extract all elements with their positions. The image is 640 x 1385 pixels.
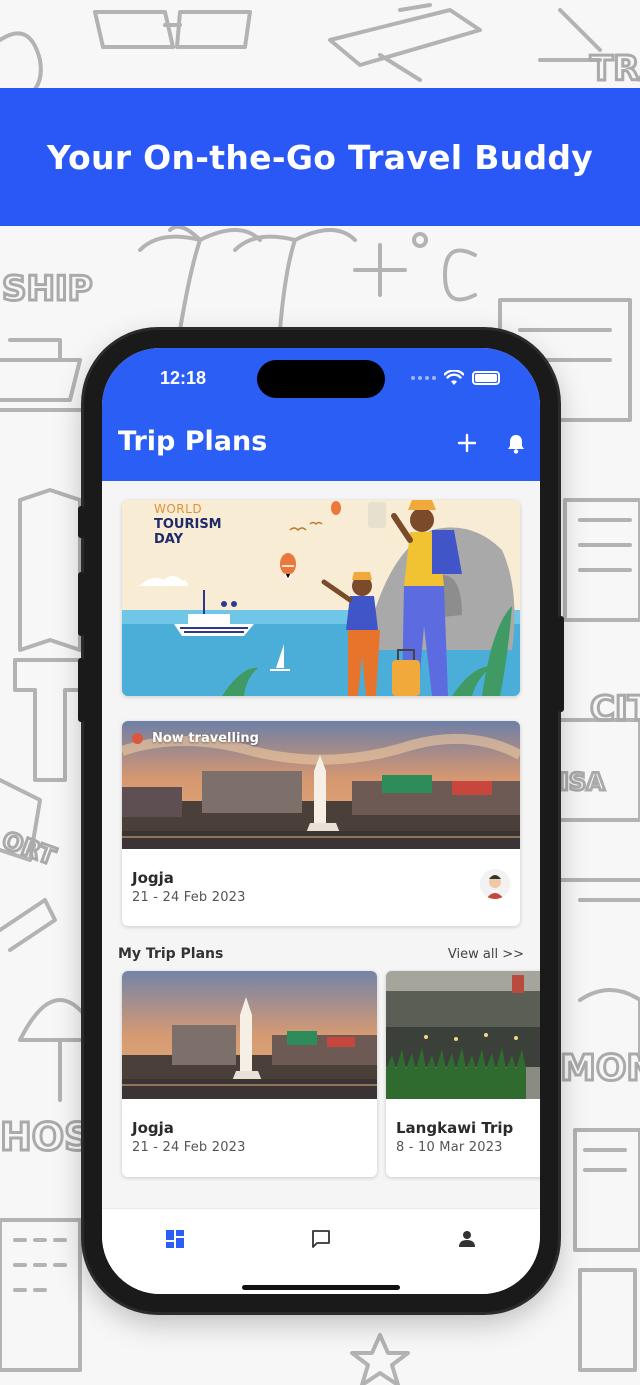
now-travelling-label: Now travelling: [152, 731, 259, 746]
power-button: [558, 616, 564, 712]
current-trip-card[interactable]: Now travelling Jogja 21 - 24 Feb 2023: [122, 721, 520, 926]
status-icons: [411, 370, 500, 386]
trip-card-langkawi[interactable]: Langkawi Trip 8 - 10 Mar 2023: [386, 971, 540, 1177]
plus-icon[interactable]: [454, 430, 480, 456]
nav-dashboard[interactable]: [161, 1225, 189, 1253]
profile-icon: [459, 1231, 475, 1247]
my-trips-header: My Trip Plans View all >>: [118, 946, 524, 962]
trip-photo-jogja: [122, 971, 377, 1099]
volume-down-button: [78, 658, 84, 722]
live-dot-icon: [132, 733, 143, 744]
bottom-navigation: [102, 1208, 540, 1294]
bell-icon[interactable]: [504, 432, 528, 456]
trip-title: Langkawi Trip: [396, 1119, 514, 1137]
trip-title: Jogja: [132, 1119, 174, 1137]
dynamic-island: [257, 360, 385, 398]
battery-icon: [472, 371, 500, 385]
trip-dates: 21 - 24 Feb 2023: [132, 1140, 246, 1155]
current-trip-title: Jogja: [132, 869, 174, 887]
svg-text:SHIP: SHIP: [2, 269, 93, 309]
svg-text:TRA: TRA: [590, 49, 640, 89]
headline-text: Your On-the-Go Travel Buddy: [46, 137, 594, 177]
action-button: [78, 506, 84, 538]
app-bar: 12:18 Trip Plans: [102, 348, 540, 481]
dashboard-icon: [166, 1230, 184, 1248]
signal-dots-icon: [411, 376, 436, 380]
wifi-icon: [444, 370, 464, 385]
my-trips-heading: My Trip Plans: [118, 946, 224, 962]
page-title: Trip Plans: [118, 426, 268, 457]
nav-chat[interactable]: [307, 1225, 335, 1253]
promo-title: WORLD TOURISM DAY: [154, 502, 222, 547]
headline-banner: Your On-the-Go Travel Buddy: [0, 88, 640, 226]
svg-text:MONE: MONE: [560, 1048, 640, 1089]
promo-line-world: WORLD: [154, 502, 203, 516]
nav-profile[interactable]: [453, 1225, 481, 1253]
trip-photo-langkawi: [386, 971, 540, 1099]
promo-line-tourism: TOURISM: [154, 517, 222, 532]
now-travelling-badge: Now travelling: [132, 731, 259, 746]
svg-text:ORT: ORT: [0, 826, 60, 871]
promo-banner-card[interactable]: WORLD TOURISM DAY: [122, 500, 520, 696]
trip-dates: 8 - 10 Mar 2023: [396, 1140, 503, 1155]
svg-text:ISA: ISA: [560, 768, 605, 796]
chat-icon: [312, 1230, 330, 1248]
view-all-link[interactable]: View all >>: [448, 947, 524, 962]
svg-text:CIT: CIT: [590, 689, 640, 729]
status-time: 12:18: [160, 368, 207, 388]
phone-screen: 12:18 Trip Plans WORLD TOURISM DAY Now t…: [102, 348, 540, 1294]
trip-card-jogja[interactable]: Jogja 21 - 24 Feb 2023: [122, 971, 377, 1177]
current-trip-dates: 21 - 24 Feb 2023: [132, 890, 246, 905]
home-indicator: [242, 1285, 400, 1290]
promo-line-day: DAY: [154, 532, 184, 547]
avatar-icon[interactable]: [480, 869, 510, 899]
volume-up-button: [78, 572, 84, 636]
